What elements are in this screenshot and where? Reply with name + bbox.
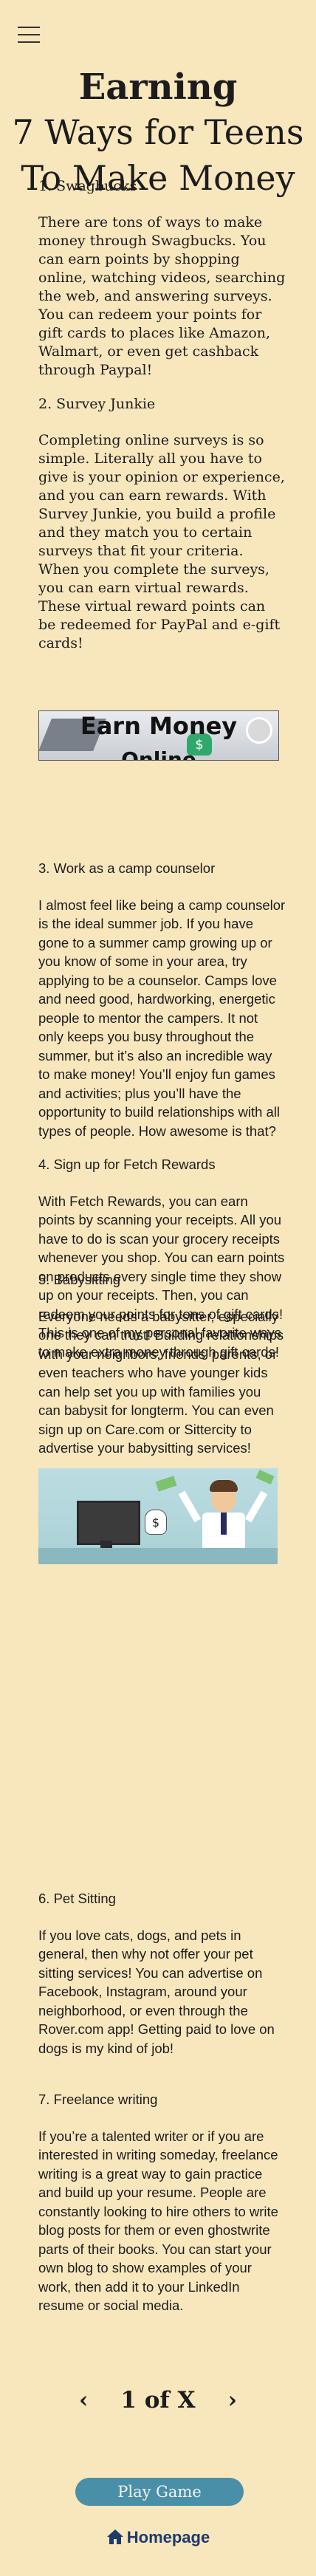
desk-graphic	[38, 1548, 278, 1564]
person-hair-graphic	[210, 1480, 238, 1492]
chevron-right-icon[interactable]: ›	[210, 2385, 255, 2415]
section-heading: 6. Pet Sitting	[38, 1891, 116, 1906]
section-heading: 5. Babysitting	[38, 1272, 121, 1287]
section-pet-sitting: 6. Pet Sitting If you love cats, dogs, a…	[38, 1889, 286, 2058]
hamburger-menu-icon[interactable]	[18, 27, 40, 43]
section-freelance-writing: 7. Freelance writing If you’re a talente…	[38, 2090, 286, 2315]
section-camp-counselor: 3. Work as a camp counselor I almost fee…	[38, 859, 286, 1140]
section-body: If you’re a talented writer or if you ar…	[38, 2128, 278, 2314]
page-title: Earning	[78, 66, 238, 108]
section-survey-junkie: 2. Survey Junkie Completing online surve…	[38, 395, 286, 653]
homepage-link-label: Homepage	[126, 2528, 210, 2546]
page-indicator: 1 of X	[120, 2387, 196, 2414]
tie-graphic	[221, 1513, 227, 1535]
earn-money-online-banner-image: $ Earn Money Online	[38, 710, 279, 761]
home-icon	[106, 2529, 123, 2544]
section-body: If you love cats, dogs, and pets in gene…	[38, 1927, 275, 2056]
section-heading: 4. Sign up for Fetch Rewards	[38, 1157, 216, 1172]
subtitle-line-1: 7 Ways for Teens	[12, 112, 304, 152]
raised-arm-graphic	[178, 1490, 202, 1523]
businessman-money-illustration: $	[38, 1468, 278, 1564]
section-body: I almost feel like being a camp counselo…	[38, 897, 286, 1139]
flying-bill-graphic	[255, 1470, 275, 1484]
section-body: Completing online surveys is so simple. …	[38, 432, 285, 651]
computer-monitor-graphic	[77, 1501, 140, 1545]
raised-arm-graphic	[244, 1490, 268, 1523]
money-bag-icon: $	[145, 1510, 167, 1535]
section-babysitting-content: 5. Babysitting Everyone needs a babysitt…	[38, 1270, 286, 1458]
homepage-link[interactable]: Homepage	[0, 2526, 316, 2549]
section-body: Everyone needs a babysitter, especially …	[38, 1308, 284, 1456]
pagination: ‹ 1 of X ›	[0, 2385, 316, 2415]
chevron-left-icon[interactable]: ‹	[61, 2385, 106, 2415]
banner-subheading: Online	[121, 747, 196, 761]
section-heading: 2. Survey Junkie	[38, 396, 156, 412]
section-body: There are tons of ways to make money thr…	[38, 214, 286, 378]
section-heading: 1. Swagbucks	[38, 178, 137, 194]
section-swagbucks: 1. Swagbucks There are tons of ways to m…	[38, 177, 286, 380]
section-heading: 3. Work as a camp counselor	[38, 860, 216, 876]
banner-heading: Earn Money	[80, 712, 238, 740]
play-game-button[interactable]: Play Game	[75, 2478, 244, 2506]
flying-bill-graphic	[155, 1476, 177, 1492]
section-heading: 7. Freelance writing	[38, 2092, 158, 2107]
monitor-stand-graphic	[100, 1541, 112, 1548]
